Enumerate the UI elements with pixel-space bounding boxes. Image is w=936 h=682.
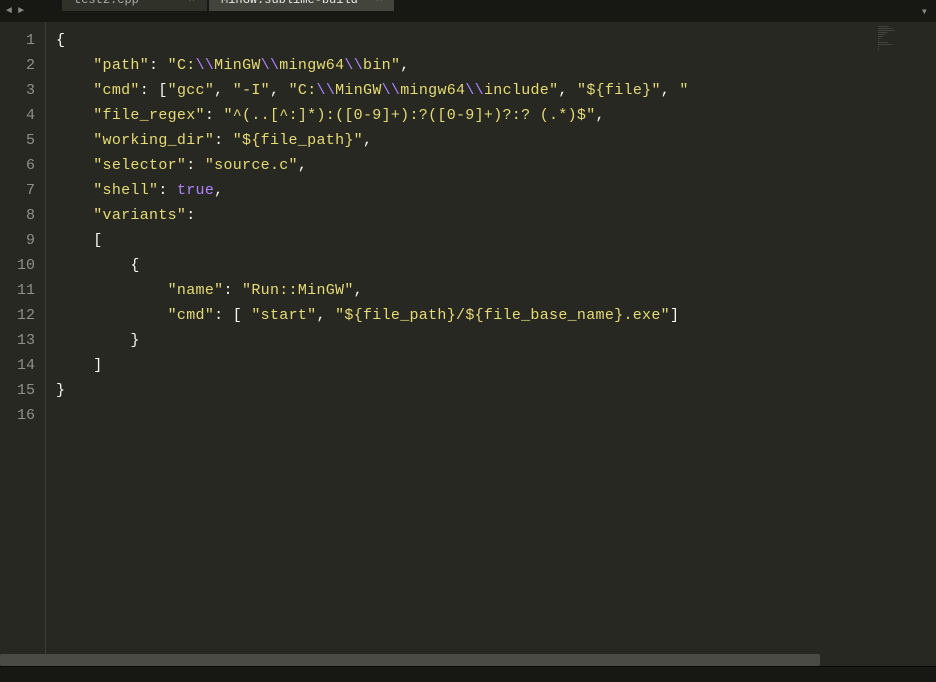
json-key: "working_dir" (93, 132, 214, 149)
close-icon[interactable]: × (376, 0, 383, 6)
tab-mingw-build[interactable]: MinGW.sublime-build × (209, 0, 394, 11)
string: MinGW (335, 82, 382, 99)
tab-label: test2.cpp (74, 0, 139, 7)
colon: : (205, 107, 224, 124)
string: include (484, 82, 549, 99)
line-number: 9 (6, 228, 35, 253)
comma: , (354, 282, 363, 299)
line-number: 12 (6, 303, 35, 328)
string: "${file_path}/${file_base_name}.exe" (335, 307, 670, 324)
close-icon[interactable]: × (188, 0, 195, 6)
tab-label: MinGW.sublime-build (221, 0, 358, 7)
comma: , (298, 157, 307, 174)
line-number: 8 (6, 203, 35, 228)
string: "source.c" (205, 157, 298, 174)
line-number: 4 (6, 103, 35, 128)
line-number: 2 (6, 53, 35, 78)
bracket: [ (93, 232, 102, 249)
toolbar: ◄ ► test2.cpp × MinGW.sublime-build × ▾ (0, 0, 936, 22)
comma: , (661, 82, 680, 99)
quote: " (289, 82, 298, 99)
brace: } (130, 332, 139, 349)
comma: , (400, 57, 409, 74)
string: bin (363, 57, 391, 74)
line-number: 1 (6, 28, 35, 53)
colon: : [ (140, 82, 168, 99)
json-key: "cmd" (93, 82, 140, 99)
comma: , (363, 132, 372, 149)
string: mingw64 (400, 82, 465, 99)
comma: , (214, 182, 223, 199)
escape: \\ (382, 82, 401, 99)
comma: , (214, 82, 233, 99)
string: C: (298, 82, 317, 99)
comma: , (316, 307, 335, 324)
string: "${file}" (577, 82, 661, 99)
horizontal-scrollbar[interactable] (0, 654, 936, 666)
nav-back-icon[interactable]: ◄ (4, 6, 14, 17)
line-number: 3 (6, 78, 35, 103)
nav-forward-icon[interactable]: ► (16, 6, 26, 17)
json-key: "path" (93, 57, 149, 74)
string: "gcc" (168, 82, 215, 99)
line-number: 10 (6, 253, 35, 278)
comma: , (596, 107, 605, 124)
dropdown-icon[interactable]: ▾ (917, 4, 932, 19)
scrollbar-thumb[interactable] (0, 654, 820, 666)
json-key: "file_regex" (93, 107, 205, 124)
comma: , (270, 82, 289, 99)
colon: : (186, 207, 195, 224)
code-editor[interactable]: { "path": "C:\\MinGW\\mingw64\\bin", "cm… (46, 22, 876, 654)
colon: : [ (214, 307, 251, 324)
line-number: 6 (6, 153, 35, 178)
status-bar (0, 666, 936, 682)
json-key: "name" (168, 282, 224, 299)
bracket: ] (93, 357, 102, 374)
quote: " (391, 57, 400, 74)
line-number: 14 (6, 353, 35, 378)
escape: \\ (317, 82, 336, 99)
colon: : (158, 182, 177, 199)
escape: \\ (261, 57, 280, 74)
json-key: "selector" (93, 157, 186, 174)
string: C: (177, 57, 196, 74)
constant: true (177, 182, 214, 199)
colon: : (149, 57, 168, 74)
tab-test2[interactable]: test2.cpp × (62, 0, 207, 11)
escape: \\ (465, 82, 484, 99)
escape: \\ (344, 57, 363, 74)
line-number: 5 (6, 128, 35, 153)
string: "^(..[^:]*):([0-9]+):?([0-9]+)?:? (.*)$" (223, 107, 595, 124)
string: MinGW (214, 57, 261, 74)
line-number: 13 (6, 328, 35, 353)
colon: : (186, 157, 205, 174)
line-number: 15 (6, 378, 35, 403)
nav-arrows: ◄ ► (4, 6, 26, 17)
string: "-I" (233, 82, 270, 99)
colon: : (214, 132, 233, 149)
string: "Run::MinGW" (242, 282, 354, 299)
minimap-content: ▬▬▬▬▬▬▬▬▬ ▬▬▬▬▬▬▬▬▬▬▬▬ ▬▬▬▬▬▬▬▬▬▬▬▬▬▬ ▬▬… (878, 26, 934, 52)
string: "start" (251, 307, 316, 324)
brace: } (56, 382, 65, 399)
quote: " (679, 82, 688, 99)
comma: , (558, 82, 577, 99)
line-number: 16 (6, 403, 35, 428)
minimap[interactable]: ▬▬▬▬▬▬▬▬▬ ▬▬▬▬▬▬▬▬▬▬▬▬ ▬▬▬▬▬▬▬▬▬▬▬▬▬▬ ▬▬… (876, 22, 936, 654)
escape: \\ (196, 57, 215, 74)
editor-area: 1 2 3 4 5 6 7 8 9 10 11 12 13 14 15 16 {… (0, 22, 936, 654)
line-number: 7 (6, 178, 35, 203)
line-number-gutter: 1 2 3 4 5 6 7 8 9 10 11 12 13 14 15 16 (0, 22, 46, 654)
colon: : (223, 282, 242, 299)
json-key: "shell" (93, 182, 158, 199)
json-key: "cmd" (168, 307, 215, 324)
brace: { (56, 32, 65, 49)
string: "${file_path}" (233, 132, 363, 149)
bracket: ] (670, 307, 679, 324)
string: mingw64 (279, 57, 344, 74)
brace: { (130, 257, 139, 274)
line-number: 11 (6, 278, 35, 303)
json-key: "variants" (93, 207, 186, 224)
quote: " (168, 57, 177, 74)
